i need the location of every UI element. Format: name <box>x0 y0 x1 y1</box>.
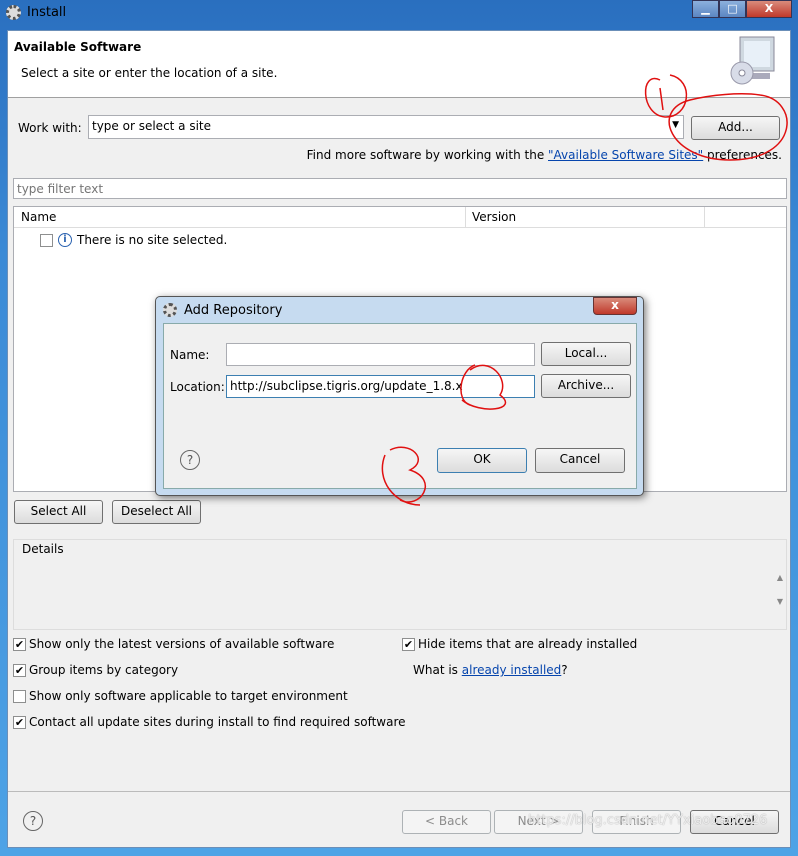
contact-update-sites-checkbox[interactable]: ✔ <box>13 716 26 729</box>
eclipse-gear-icon <box>6 5 21 20</box>
name-label: Name: <box>170 348 210 362</box>
ok-button[interactable]: OK <box>437 448 527 473</box>
target-environment-checkbox[interactable] <box>13 690 26 703</box>
back-button[interactable]: < Back <box>402 810 491 834</box>
work-with-combo[interactable]: type or select a site ▼ <box>88 115 684 139</box>
column-version[interactable]: Version <box>465 207 522 228</box>
chevron-down-icon[interactable]: ▼ <box>672 120 679 130</box>
dialog-title: Add Repository <box>184 303 283 318</box>
dialog-close-button[interactable]: x <box>593 297 637 315</box>
details-scrollbar[interactable]: ▲ ▼ <box>777 566 783 614</box>
dialog-cancel-button[interactable]: Cancel <box>535 448 625 473</box>
location-label: Location: <box>170 380 225 394</box>
group-by-category-checkbox[interactable]: ✔ <box>13 664 26 677</box>
minimize-button[interactable]: ▁ <box>692 0 719 18</box>
column-name[interactable]: Name <box>21 210 56 224</box>
latest-versions-checkbox[interactable]: ✔ <box>13 638 26 651</box>
details-group: Details ▲ ▼ <box>13 539 787 630</box>
table-row: There is no site selected. <box>77 233 228 247</box>
page-title: Available Software <box>14 40 142 54</box>
help-icon[interactable]: ? <box>180 450 200 470</box>
watermark: https://blog.csdn.net/YYxiaobao0726 <box>528 813 768 828</box>
latest-versions-label: Show only the latest versions of availab… <box>29 637 335 651</box>
close-button[interactable]: X <box>746 0 792 18</box>
archive-button[interactable]: Archive... <box>541 374 631 398</box>
contact-update-sites-label: Contact all update sites during install … <box>29 715 406 729</box>
page-description: Select a site or enter the location of a… <box>21 66 278 80</box>
deselect-all-button[interactable]: Deselect All <box>112 500 201 524</box>
group-by-category-label: Group items by category <box>29 663 179 677</box>
window-title: Install <box>27 5 67 20</box>
select-all-button[interactable]: Select All <box>14 500 103 524</box>
hide-installed-checkbox[interactable]: ✔ <box>402 638 415 651</box>
add-site-button[interactable]: Add... <box>691 116 780 140</box>
available-software-sites-link[interactable]: "Available Software Sites" <box>548 148 703 162</box>
filter-input[interactable] <box>13 178 787 199</box>
help-icon[interactable]: ? <box>23 811 43 831</box>
local-button[interactable]: Local... <box>541 342 631 366</box>
already-installed-text: What is already installed? <box>413 663 568 677</box>
target-environment-label: Show only software applicable to target … <box>29 689 348 703</box>
already-installed-link[interactable]: already installed <box>462 663 562 677</box>
eclipse-gear-icon <box>163 303 177 317</box>
location-input[interactable]: http://subclipse.tigris.org/update_1.8.x <box>226 375 535 398</box>
hide-installed-label: Hide items that are already installed <box>418 637 638 651</box>
work-with-value: type or select a site <box>92 119 212 133</box>
title-bar: Install ▁ □ X <box>0 0 798 26</box>
table-header: Name Version <box>14 207 786 228</box>
row-checkbox[interactable] <box>40 234 53 247</box>
more-software-text: Find more software by working with the "… <box>306 148 782 162</box>
info-icon: i <box>58 233 72 247</box>
name-input[interactable] <box>226 343 535 366</box>
details-label: Details <box>22 542 64 556</box>
add-repository-dialog: Add Repository x Name: Local... Location… <box>155 296 644 496</box>
wizard-header: Available Software Select a site or ente… <box>8 31 790 98</box>
maximize-button[interactable]: □ <box>719 0 746 18</box>
install-cd-icon <box>730 36 775 85</box>
work-with-label: Work with: <box>18 121 82 135</box>
